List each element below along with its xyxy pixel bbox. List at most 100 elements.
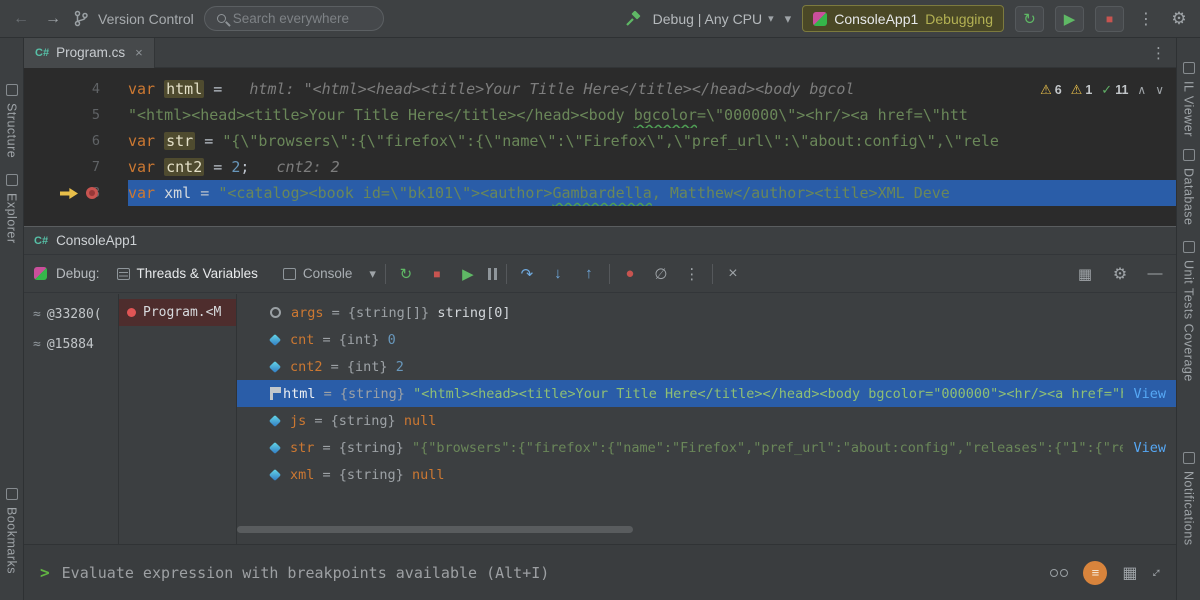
tabs-chevron-icon[interactable]: ▾: [369, 266, 376, 282]
horizontal-scrollbar[interactable]: [237, 526, 633, 533]
variable-value: null: [404, 413, 437, 429]
separator: [609, 264, 610, 284]
variable-type: {string[]}: [348, 305, 437, 321]
tool-stripe-item-notifications[interactable]: Notifications: [1182, 452, 1196, 546]
search-everywhere[interactable]: [204, 6, 384, 31]
tool-stripe-item-database[interactable]: Database: [1182, 149, 1196, 226]
rerun-button[interactable]: ↻: [1015, 6, 1044, 32]
code-line[interactable]: 5"<html><head><title>Your Title Here</ti…: [24, 102, 1176, 128]
step-into-icon[interactable]: ↓: [547, 265, 569, 282]
code-line[interactable]: 6var str = "{\"browsers\":{\"firefox\":{…: [24, 128, 1176, 154]
evaluate-bar: > ≡ ▦ ↕: [24, 544, 1176, 600]
line-number[interactable]: 5: [24, 102, 128, 128]
code-line[interactable]: 8var xml = "<catalog><book id=\"bk101\">…: [24, 180, 1176, 206]
run-config-selector[interactable]: Debug | Any CPU ▾: [653, 11, 774, 27]
code-line[interactable]: 7var cnt2 = 2; cnt2: 2: [24, 154, 1176, 180]
debug-settings-gear-icon[interactable]: ⚙: [1109, 264, 1131, 284]
run-button[interactable]: ▶: [1055, 6, 1084, 32]
variable-type: {int}: [339, 332, 388, 348]
tab-program-cs[interactable]: C# Program.cs ×: [24, 38, 155, 68]
variable-row[interactable]: args = {string[]} string[0]: [237, 299, 1176, 326]
debug-tool-window: C# ConsoleApp1 Debug: Threads & Variable…: [24, 226, 1176, 600]
code-token: html: [164, 80, 204, 98]
warning-icon: ⚠: [1040, 82, 1052, 98]
evaluate-expression-input[interactable]: [62, 564, 1039, 582]
evaluate-mode-toggle[interactable]: ≡: [1083, 561, 1107, 585]
restore-layout-icon[interactable]: ▦: [1074, 265, 1096, 283]
breakpoint-icon[interactable]: [86, 187, 98, 199]
more-actions-icon[interactable]: ⋮: [1135, 9, 1157, 29]
csharp-file-icon: C#: [35, 47, 49, 59]
prev-issue-icon[interactable]: ∧: [1137, 83, 1146, 97]
debug-session-widget[interactable]: ConsoleApp1 Debugging: [802, 5, 1004, 32]
play-icon: ▶: [1064, 10, 1076, 28]
field-icon: [269, 441, 281, 453]
line-number[interactable]: 7: [24, 154, 128, 180]
settings-gear-icon[interactable]: ⚙: [1168, 9, 1190, 29]
forward-icon[interactable]: →: [42, 10, 64, 28]
tool-window-icon: [6, 174, 18, 186]
tool-stripe-item-bookmarks[interactable]: Bookmarks: [5, 488, 19, 574]
stop-icon: ■: [1106, 12, 1113, 26]
tool-stripe-item-explorer[interactable]: Explorer: [5, 174, 19, 244]
view-link[interactable]: View: [1123, 386, 1176, 402]
variable-row[interactable]: cnt2 = {int} 2: [237, 353, 1176, 380]
tool-stripe-label: Explorer: [5, 193, 19, 244]
hide-icon[interactable]: —: [1144, 265, 1166, 282]
view-breakpoints-icon[interactable]: ●: [619, 265, 641, 282]
tool-stripe-item-il-viewer[interactable]: IL Viewer: [1182, 62, 1196, 137]
close-debug-icon[interactable]: ×: [722, 265, 744, 283]
variable-row[interactable]: xml = {string} null: [237, 461, 1176, 488]
stop-button[interactable]: ■: [1095, 6, 1124, 32]
variable-type: {string}: [339, 440, 412, 456]
stop-debug-icon[interactable]: ■: [426, 267, 448, 281]
next-issue-icon[interactable]: ∨: [1155, 83, 1164, 97]
line-number[interactable]: 6: [24, 128, 128, 154]
frame-item[interactable]: Program.<M: [119, 299, 236, 326]
tool-window-icon: [1183, 241, 1195, 253]
resume-icon[interactable]: ▶: [457, 265, 479, 283]
tool-window-icon: [1183, 452, 1195, 464]
more-options-icon[interactable]: ⋮: [681, 265, 703, 283]
code-line[interactable]: 4var html = html: "<html><head><title>Yo…: [24, 76, 1176, 102]
mute-breakpoints-icon[interactable]: ∅: [650, 265, 672, 283]
tab-threads-variables[interactable]: Threads & Variables: [109, 255, 266, 293]
build-hammer-icon[interactable]: [625, 11, 642, 27]
variable-name: cnt: [290, 332, 314, 348]
version-control-menu[interactable]: Version Control: [98, 11, 194, 27]
console-icon: [283, 268, 296, 280]
param-icon: [270, 307, 281, 318]
left-tool-stripe: Structure Explorer Bookmarks: [0, 38, 24, 600]
equals-sign: =: [314, 332, 338, 348]
thread-item[interactable]: ≈@15884: [24, 329, 118, 359]
debug-config-icon: [34, 267, 47, 280]
step-out-icon[interactable]: ↑: [578, 265, 600, 282]
rerun-debug-icon[interactable]: ↻: [395, 265, 417, 283]
variable-row[interactable]: cnt = {int} 0: [237, 326, 1176, 353]
tab-console[interactable]: Console: [275, 255, 361, 293]
watches-icon[interactable]: [1050, 569, 1068, 577]
tool-stripe-item-unit-tests-coverage[interactable]: Unit Tests Coverage: [1182, 241, 1196, 382]
step-over-icon[interactable]: ↷: [516, 265, 538, 283]
code-editor[interactable]: 4var html = html: "<html><head><title>Yo…: [24, 68, 1176, 226]
variable-name: cnt2: [290, 359, 323, 375]
line-number[interactable]: 4: [24, 76, 128, 102]
variable-value: 0: [388, 332, 396, 348]
variable-row[interactable]: html = {string} "<html><head><title>Your…: [237, 380, 1176, 407]
code-content: var xml = "<catalog><book id=\"bk101\"><…: [128, 180, 1176, 206]
session-chevron-icon[interactable]: ▾: [785, 11, 792, 27]
inspections-widget[interactable]: ⚠6 ⚠1 ✓11 ∧ ∨: [1032, 78, 1164, 102]
prompt-icon: >: [40, 563, 50, 582]
pause-icon[interactable]: [488, 268, 497, 280]
search-input[interactable]: [233, 11, 365, 26]
variable-row[interactable]: js = {string} null: [237, 407, 1176, 434]
variable-row[interactable]: str = {string} "{"browsers":{"firefox":{…: [237, 434, 1176, 461]
tool-stripe-item-structure[interactable]: Structure: [5, 84, 19, 158]
close-tab-icon[interactable]: ×: [135, 45, 143, 60]
evaluate-dialog-icon[interactable]: ▦: [1122, 563, 1137, 583]
editor-options-icon[interactable]: ⋮: [1151, 44, 1176, 62]
collapse-icon[interactable]: ↕: [1148, 564, 1165, 581]
view-link[interactable]: View: [1123, 440, 1176, 456]
thread-item[interactable]: ≈@33280(: [24, 299, 118, 329]
back-icon[interactable]: ←: [10, 10, 32, 28]
